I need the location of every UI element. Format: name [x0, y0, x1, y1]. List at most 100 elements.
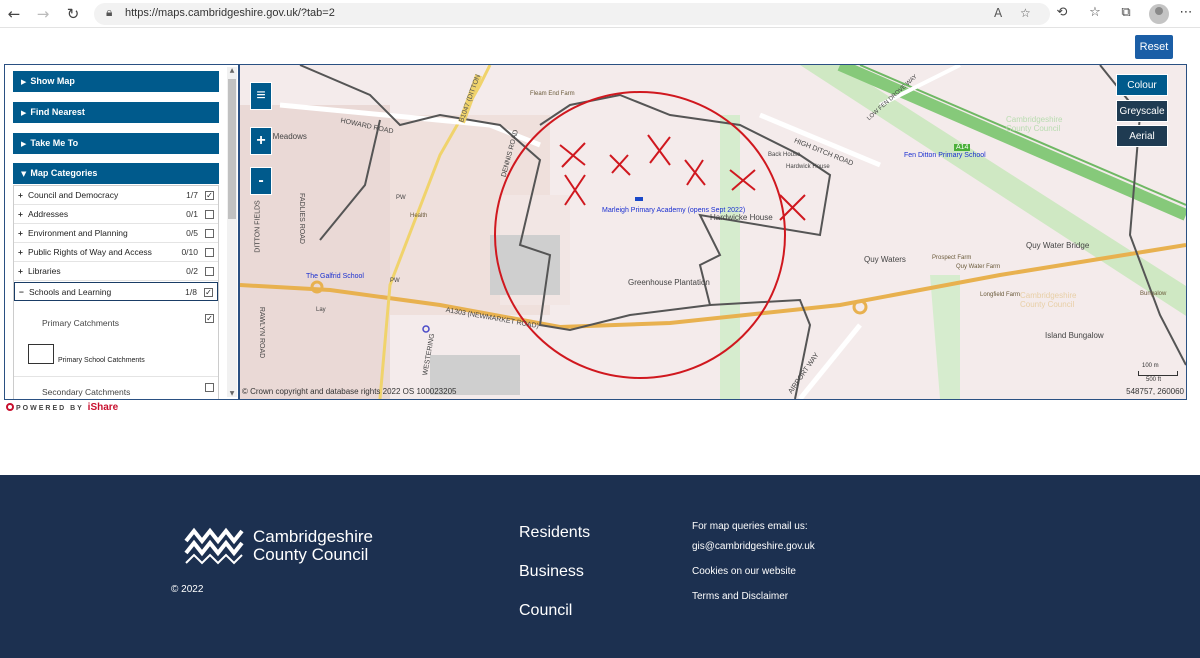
aerial-layer-button[interactable]: Aerial	[1116, 125, 1168, 147]
divider	[14, 376, 218, 377]
place-marker-icon	[422, 325, 430, 333]
map-label-back-house: Back House	[768, 152, 801, 158]
map-coordinates: 548757, 260060	[1126, 387, 1184, 396]
forward-arrow-icon[interactable]: →	[33, 4, 53, 24]
take-me-to-accordion[interactable]: ▶ Take Me To	[13, 133, 219, 154]
scrollbar-thumb[interactable]	[228, 79, 236, 219]
zoom-out-button[interactable]: -	[250, 167, 272, 195]
colour-layer-button[interactable]: Colour	[1116, 74, 1168, 96]
lock-icon: 🔒︎	[106, 5, 113, 19]
expand-plus-icon[interactable]: +	[18, 262, 23, 281]
category-count: 0/10	[181, 247, 198, 257]
ccc-watermark: Cambridgeshire County Council	[1006, 115, 1063, 133]
show-map-label: Show Map	[30, 76, 75, 86]
powered-by-ishare[interactable]: POWERED BY iShare	[6, 402, 118, 413]
expand-plus-icon[interactable]: +	[18, 186, 23, 205]
category-count: 0/1	[186, 209, 198, 219]
category-count: 1/8	[185, 287, 197, 297]
map-menu-button[interactable]: ≡	[250, 82, 272, 110]
collapse-minus-icon[interactable]: −	[19, 283, 24, 302]
map-label-quy-water-farm: Quy Water Farm	[956, 264, 1001, 270]
greyscale-layer-button[interactable]: Greyscale	[1116, 100, 1168, 122]
collections-icon[interactable]: ⧉	[1117, 5, 1135, 20]
category-schools-learning[interactable]: − Schools and Learning 1/8 ✓	[14, 282, 218, 301]
category-count: 0/5	[186, 228, 198, 238]
url-text[interactable]: https://maps.cambridgeshire.gov.uk/?tab=…	[125, 7, 335, 19]
map-label-hardwick-house: Hardwick House	[786, 164, 830, 170]
take-me-to-label: Take Me To	[30, 138, 79, 148]
back-arrow-icon[interactable]: ←	[4, 4, 24, 24]
ishare-text: iShare	[87, 402, 119, 413]
map-copyright: © Crown copyright and database rights 20…	[242, 387, 457, 396]
category-rights-of-way[interactable]: + Public Rights of Way and Access 0/10	[14, 243, 218, 262]
category-checkbox[interactable]	[205, 248, 214, 257]
expand-plus-icon[interactable]: +	[18, 205, 23, 224]
gis-email-link[interactable]: gis@cambridgeshire.gov.uk	[692, 541, 815, 552]
category-council-democracy[interactable]: + Council and Democracy 1/7 ✓	[14, 186, 218, 205]
zoom-in-button[interactable]: +	[250, 127, 272, 155]
refresh-icon[interactable]: ↻	[63, 4, 83, 24]
category-label: Environment and Planning	[28, 228, 128, 238]
more-menu-icon[interactable]: ⋯	[1177, 5, 1195, 20]
panel-scrollbar[interactable]: ▲ ▼	[227, 67, 237, 397]
browser-toolbar: ← → ↻ 🔒︎ https://maps.cambridgeshire.gov…	[0, 0, 1200, 28]
category-checkbox[interactable]	[205, 210, 214, 219]
primary-catchments-checkbox[interactable]: ✓	[205, 314, 214, 323]
map-categories-accordion[interactable]: ▼ Map Categories	[13, 163, 219, 184]
map-label-longfield-farm: Longfield Farm	[980, 292, 1021, 298]
caret-right-icon: ▶	[21, 78, 27, 86]
address-bar[interactable]: 🔒︎ https://maps.cambridgeshire.gov.uk/?t…	[94, 3, 1050, 25]
green-strip	[720, 115, 740, 399]
footer-link-business[interactable]: Business	[519, 563, 584, 581]
reset-button[interactable]: Reset	[1135, 35, 1173, 59]
caret-right-icon: ▶	[21, 140, 27, 148]
scale-bar: 100 m 500 ft	[1138, 363, 1178, 387]
ccc-logo-icon[interactable]	[184, 527, 246, 565]
favorites-icon[interactable]: ☆	[1086, 5, 1104, 20]
read-aloud-icon[interactable]: A	[994, 6, 1002, 20]
category-checkbox[interactable]: ✓	[205, 191, 214, 200]
profile-avatar[interactable]	[1149, 4, 1169, 24]
scale-metres: 100 m	[1142, 363, 1159, 369]
footer-link-residents[interactable]: Residents	[519, 524, 590, 542]
map-label-fen-ditton: Fen Ditton Primary School	[904, 152, 986, 159]
cookies-link[interactable]: Cookies on our website	[692, 566, 796, 577]
expand-plus-icon[interactable]: +	[18, 224, 23, 243]
category-checkbox[interactable]: ✓	[204, 288, 213, 297]
find-nearest-accordion[interactable]: ▶ Find Nearest	[13, 102, 219, 123]
map-label-ditton-fields: DITTON FIELDS	[254, 200, 262, 253]
category-label: Council and Democracy	[28, 190, 119, 200]
logo-line-1: Cambridgeshire	[253, 527, 373, 546]
category-addresses[interactable]: + Addresses 0/1	[14, 205, 218, 224]
map-label-rawlyn-road: RAWLYN ROAD	[258, 306, 266, 359]
map-queries-text: For map queries email us:	[692, 521, 808, 532]
ccc-watermark: Cambridgeshire County Council	[1020, 291, 1077, 309]
category-label: Public Rights of Way and Access	[28, 247, 152, 257]
terms-link[interactable]: Terms and Disclaimer	[692, 591, 788, 602]
map-label-island-bungalow: Island Bungalow	[1045, 331, 1104, 340]
show-map-accordion[interactable]: ▶ Show Map	[13, 71, 219, 92]
category-environment-planning[interactable]: + Environment and Planning 0/5	[14, 224, 218, 243]
favorite-icon[interactable]: ☆	[1020, 6, 1031, 20]
secondary-catchments-label: Secondary Catchments	[42, 387, 131, 397]
scale-bar-line	[1138, 371, 1178, 376]
map-label-prospect-farm: Prospect Farm	[932, 255, 972, 261]
extensions-icon[interactable]: ⟲	[1053, 5, 1071, 20]
map-view[interactable]: Marleigh Primary Academy (opens Sept 202…	[239, 64, 1187, 400]
site-footer: Cambridgeshire County Council © 2022 Res…	[0, 475, 1200, 658]
primary-school-catchments-label: Primary School Catchments	[58, 357, 145, 364]
map-categories-label: Map Categories	[30, 168, 98, 178]
map-label-pw: PW	[396, 195, 406, 201]
category-checkbox[interactable]	[205, 229, 214, 238]
category-libraries[interactable]: + Libraries 0/2	[14, 262, 218, 281]
scroll-down-icon[interactable]: ▼	[227, 390, 237, 397]
find-nearest-label: Find Nearest	[30, 107, 85, 117]
map-label-meadows: n Meadows	[266, 132, 307, 141]
scroll-up-icon[interactable]: ▲	[227, 67, 237, 74]
category-checkbox[interactable]	[205, 267, 214, 276]
footer-link-council[interactable]: Council	[519, 602, 572, 620]
caret-right-icon: ▶	[21, 109, 27, 117]
secondary-catchments-checkbox[interactable]	[205, 383, 214, 392]
school-marker-icon	[635, 197, 643, 201]
expand-plus-icon[interactable]: +	[18, 243, 23, 262]
